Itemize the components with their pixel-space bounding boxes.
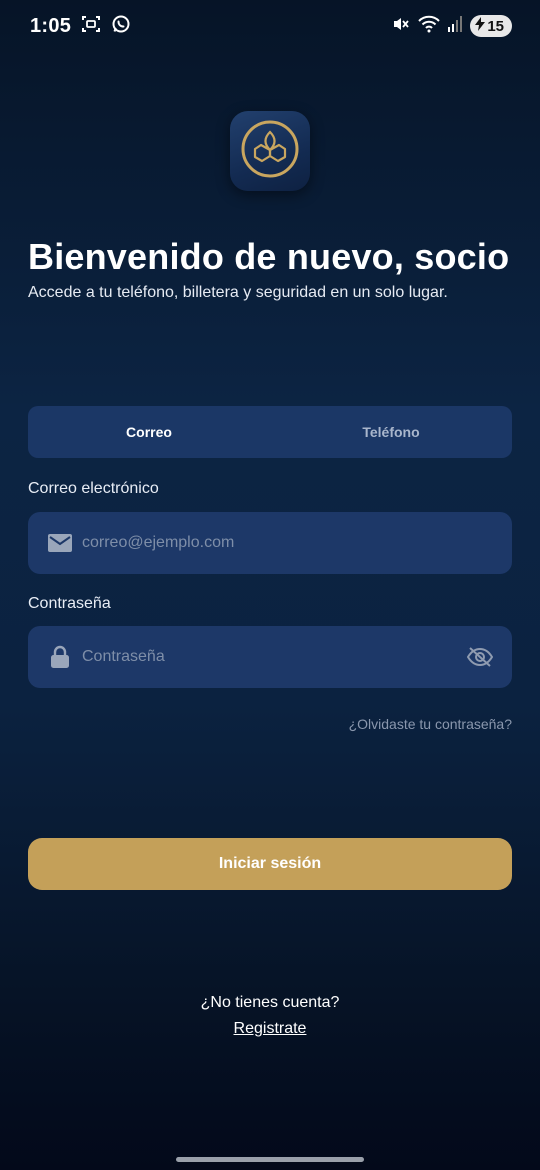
status-bar: 1:05 15 [0,0,540,52]
no-account-text: ¿No tienes cuenta? [200,994,340,1011]
password-field-container[interactable] [28,626,512,688]
wifi-icon [418,15,441,38]
password-label: Contraseña [28,595,111,612]
battery-level: 15 [487,17,504,35]
email-input[interactable] [82,534,494,552]
login-method-tabs: Correo Teléfono [28,406,512,458]
status-time: 1:05 [30,14,72,37]
register-link[interactable]: Registrate [0,1020,540,1038]
mute-icon [392,15,410,38]
email-label: Correo electrónico [28,480,159,497]
app-logo [230,111,310,191]
screenshot-icon [81,14,101,39]
forgot-password-link[interactable]: ¿Olvidaste tu contraseña? [349,716,512,732]
lock-icon [48,645,72,669]
login-button[interactable]: Iniciar sesión [28,838,512,890]
password-input[interactable] [82,648,466,666]
mail-icon [48,531,72,555]
status-left: 1:05 [30,14,131,39]
battery-indicator: 15 [470,15,512,37]
eye-off-icon[interactable] [466,645,494,669]
tab-phone[interactable]: Teléfono [270,406,512,458]
welcome-subtitle: Accede a tu teléfono, billetera y seguri… [28,284,448,301]
home-indicator[interactable] [176,1157,364,1162]
whatsapp-icon [111,14,131,39]
app-logo-icon [239,118,301,185]
battery-charging-icon [475,17,486,35]
signal-icon [448,15,463,37]
welcome-title: Bienvenido de nuevo, socio [28,236,510,277]
email-field-container[interactable] [28,512,512,574]
status-right: 15 [392,15,512,38]
tab-email[interactable]: Correo [28,406,270,458]
